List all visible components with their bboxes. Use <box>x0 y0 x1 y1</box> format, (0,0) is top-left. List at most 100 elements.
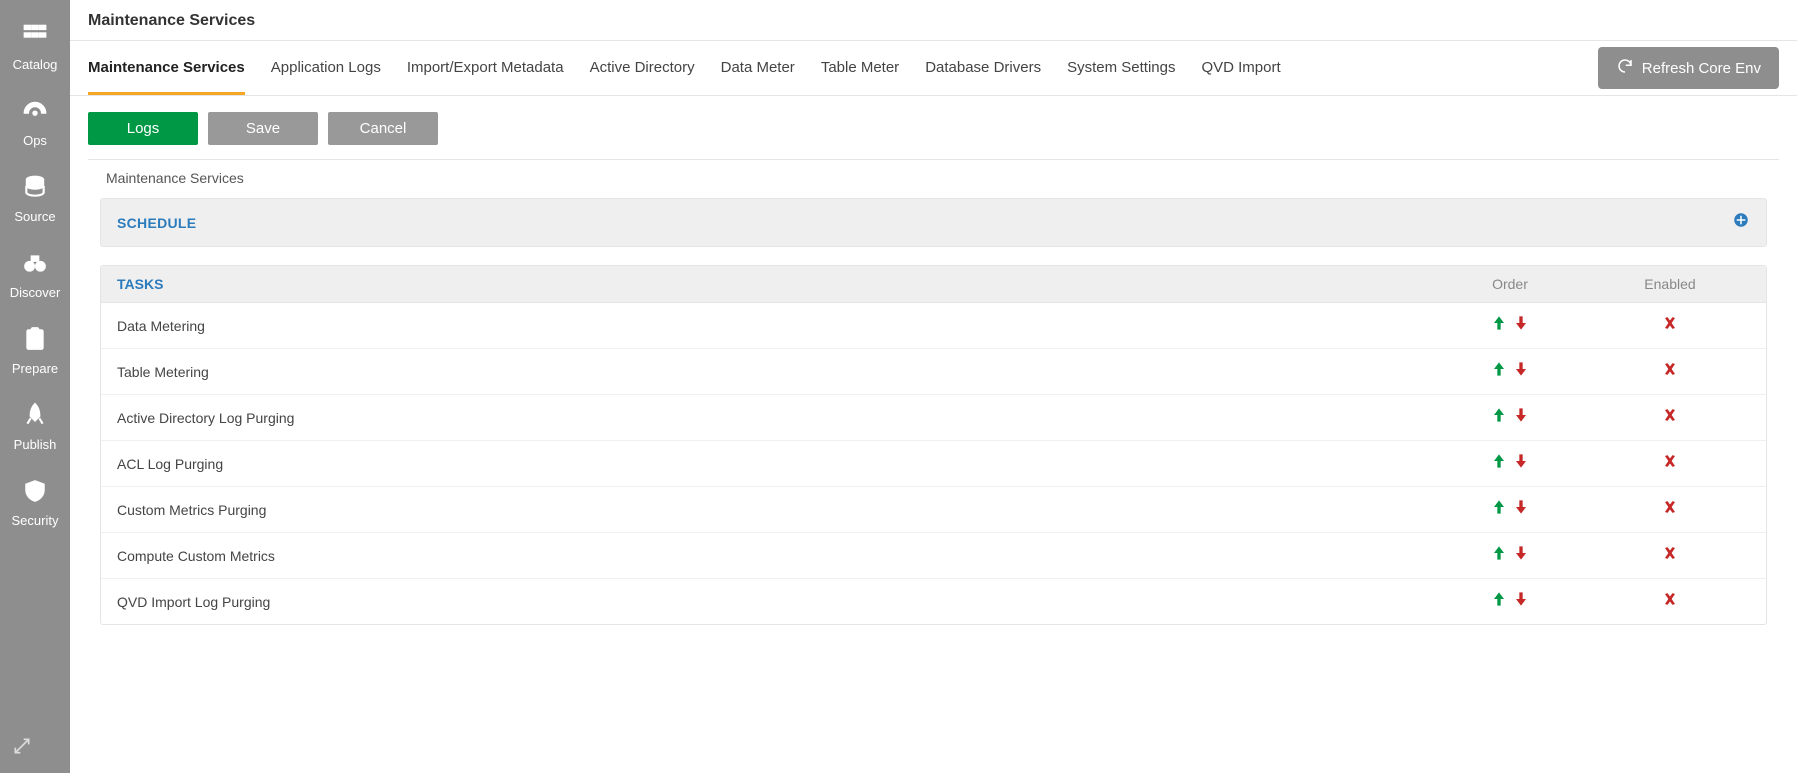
sidebar-item-discover[interactable]: Discover <box>0 238 70 314</box>
expand-icon[interactable] <box>12 736 32 761</box>
schedule-title: SCHEDULE <box>117 215 196 231</box>
sidebar-item-label: Publish <box>14 437 57 452</box>
disabled-icon[interactable] <box>1660 543 1680 568</box>
action-row: Logs Save Cancel <box>70 96 1797 159</box>
move-down-icon[interactable] <box>1511 497 1531 522</box>
task-enabled <box>1590 451 1750 476</box>
task-name: Compute Custom Metrics <box>117 548 1430 564</box>
move-up-icon[interactable] <box>1489 405 1509 430</box>
task-order <box>1430 543 1590 568</box>
gauge-icon <box>22 98 48 127</box>
disabled-icon[interactable] <box>1660 313 1680 338</box>
sidebar-item-label: Security <box>12 513 59 528</box>
database-icon <box>22 174 48 203</box>
sidebar-item-security[interactable]: Security <box>0 466 70 542</box>
disabled-icon[interactable] <box>1660 589 1680 614</box>
move-up-icon[interactable] <box>1489 313 1509 338</box>
sidebar: Catalog Ops Source Discover Prepare Publ… <box>0 0 70 773</box>
move-down-icon[interactable] <box>1511 589 1531 614</box>
task-name: Active Directory Log Purging <box>117 410 1430 426</box>
task-enabled <box>1590 359 1750 384</box>
task-name: ACL Log Purging <box>117 456 1430 472</box>
move-up-icon[interactable] <box>1489 543 1509 568</box>
sidebar-item-catalog[interactable]: Catalog <box>0 10 70 86</box>
task-order <box>1430 451 1590 476</box>
sidebar-item-prepare[interactable]: Prepare <box>0 314 70 390</box>
shield-icon <box>22 478 48 507</box>
cancel-button[interactable]: Cancel <box>328 112 438 145</box>
tab-maintenance-services[interactable]: Maintenance Services <box>88 41 245 95</box>
move-down-icon[interactable] <box>1511 405 1531 430</box>
tabs: Maintenance Services Application Logs Im… <box>88 41 1598 95</box>
column-order-header: Order <box>1430 276 1590 292</box>
move-up-icon[interactable] <box>1489 589 1509 614</box>
column-enabled-header: Enabled <box>1590 276 1750 292</box>
tabbar: Maintenance Services Application Logs Im… <box>70 40 1797 96</box>
task-enabled <box>1590 543 1750 568</box>
save-button[interactable]: Save <box>208 112 318 145</box>
task-row: Data Metering <box>101 303 1766 349</box>
task-name: QVD Import Log Purging <box>117 594 1430 610</box>
tab-qvd-import[interactable]: QVD Import <box>1201 41 1280 95</box>
logs-button[interactable]: Logs <box>88 112 198 145</box>
tasks-header: TASKS Order Enabled <box>101 266 1766 303</box>
disabled-icon[interactable] <box>1660 359 1680 384</box>
task-row: QVD Import Log Purging <box>101 579 1766 624</box>
add-schedule-icon[interactable] <box>1732 211 1750 234</box>
clipboard-icon <box>22 326 48 355</box>
tasks-title: TASKS <box>117 276 1430 292</box>
page-title: Maintenance Services <box>70 0 1797 40</box>
task-row: Active Directory Log Purging <box>101 395 1766 441</box>
task-enabled <box>1590 497 1750 522</box>
refresh-core-env-button[interactable]: Refresh Core Env <box>1598 47 1779 89</box>
sidebar-item-label: Catalog <box>13 57 58 72</box>
task-enabled <box>1590 313 1750 338</box>
panel-wrap: SCHEDULE TASKS Order Enabled Data Meteri… <box>70 198 1797 655</box>
schedule-panel-header: SCHEDULE <box>100 198 1767 247</box>
sidebar-item-label: Prepare <box>12 361 58 376</box>
task-enabled <box>1590 405 1750 430</box>
sidebar-item-source[interactable]: Source <box>0 162 70 238</box>
refresh-label: Refresh Core Env <box>1642 60 1761 77</box>
task-enabled <box>1590 589 1750 614</box>
tab-table-meter[interactable]: Table Meter <box>821 41 899 95</box>
rocket-icon <box>22 402 48 431</box>
task-order <box>1430 589 1590 614</box>
sidebar-item-label: Ops <box>23 133 47 148</box>
sidebar-item-label: Discover <box>10 285 61 300</box>
move-down-icon[interactable] <box>1511 451 1531 476</box>
move-up-icon[interactable] <box>1489 359 1509 384</box>
task-name: Data Metering <box>117 318 1430 334</box>
tab-application-logs[interactable]: Application Logs <box>271 41 381 95</box>
task-order <box>1430 359 1590 384</box>
move-up-icon[interactable] <box>1489 497 1509 522</box>
breadcrumb: Maintenance Services <box>70 160 1797 198</box>
disabled-icon[interactable] <box>1660 405 1680 430</box>
move-down-icon[interactable] <box>1511 359 1531 384</box>
sidebar-item-publish[interactable]: Publish <box>0 390 70 466</box>
task-name: Custom Metrics Purging <box>117 502 1430 518</box>
disabled-icon[interactable] <box>1660 497 1680 522</box>
move-down-icon[interactable] <box>1511 543 1531 568</box>
task-row: Table Metering <box>101 349 1766 395</box>
tab-active-directory[interactable]: Active Directory <box>590 41 695 95</box>
task-row: ACL Log Purging <box>101 441 1766 487</box>
tab-database-drivers[interactable]: Database Drivers <box>925 41 1041 95</box>
tab-system-settings[interactable]: System Settings <box>1067 41 1175 95</box>
binoculars-icon <box>22 250 48 279</box>
grid-icon <box>22 22 48 51</box>
disabled-icon[interactable] <box>1660 451 1680 476</box>
move-up-icon[interactable] <box>1489 451 1509 476</box>
task-name: Table Metering <box>117 364 1430 380</box>
tab-data-meter[interactable]: Data Meter <box>721 41 795 95</box>
move-down-icon[interactable] <box>1511 313 1531 338</box>
task-order <box>1430 313 1590 338</box>
sidebar-item-ops[interactable]: Ops <box>0 86 70 162</box>
task-row: Custom Metrics Purging <box>101 487 1766 533</box>
task-order <box>1430 405 1590 430</box>
task-rows: Data Metering Table Metering Active Direct… <box>101 303 1766 624</box>
tab-import-export-metadata[interactable]: Import/Export Metadata <box>407 41 564 95</box>
sidebar-item-label: Source <box>14 209 55 224</box>
tasks-panel: TASKS Order Enabled Data Metering Table M… <box>100 265 1767 625</box>
main: Maintenance Services Maintenance Service… <box>70 0 1797 773</box>
